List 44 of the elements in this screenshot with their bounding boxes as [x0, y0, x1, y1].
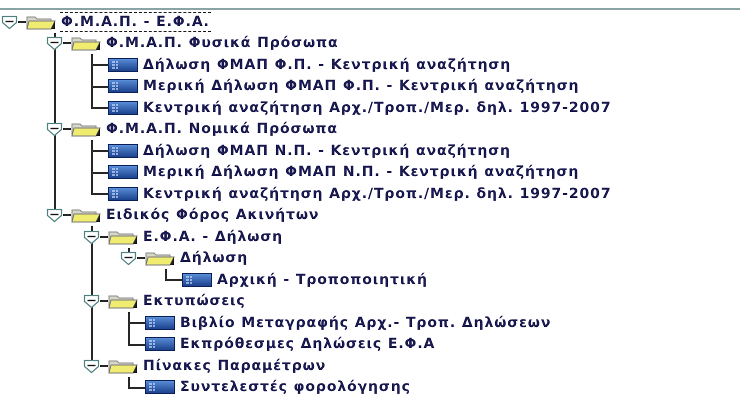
collapse-toggle-icon[interactable]: [82, 293, 100, 310]
tree-item-label[interactable]: Δήλωση ΦΜΑΠ Φ.Π. - Κεντρική αναζήτηση: [142, 54, 512, 75]
tree-item-label[interactable]: Εκτυπώσεις: [142, 291, 247, 312]
form-icon: [108, 144, 138, 158]
tree-item-label[interactable]: Μερική Δήλωση ΦΜΑΠ Ν.Π. - Κεντρική αναζήτηση: [142, 162, 580, 182]
tree-item-label[interactable]: Ειδικός Φόρος Ακινήτων: [105, 205, 320, 226]
collapse-toggle-icon[interactable]: [120, 250, 136, 266]
folder-icon: [71, 35, 101, 52]
form-icon: [108, 165, 138, 180]
tree-item-label[interactable]: Ε.Φ.Α. - Δήλωση: [142, 226, 284, 247]
form-icon: [108, 100, 138, 115]
folder-icon: [108, 293, 138, 310]
collapse-toggle-icon[interactable]: [82, 358, 100, 374]
collapse-toggle-icon[interactable]: [82, 228, 100, 245]
folder-icon: [71, 121, 101, 138]
collapse-toggle-icon[interactable]: [0, 14, 18, 30]
tree-item-label[interactable]: Συντελεστές φορολόγησης: [179, 377, 412, 398]
tree-item-label[interactable]: Πίνακες Παραμέτρων: [142, 356, 328, 376]
form-icon: [145, 337, 175, 352]
tree-item-label[interactable]: Μερική Δήλωση ΦΜΑΠ Φ.Π. - Κεντρική αναζήτηση: [142, 76, 580, 96]
tree-item-label[interactable]: Φ.Μ.Α.Π. Νομικά Πρόσωπα: [105, 119, 339, 140]
tree-item-label[interactable]: Εκπρόθεσμες Δηλώσεις Ε.Φ.Α: [179, 334, 436, 354]
tree-item-label[interactable]: Φ.Μ.Α.Π. - Ε.Φ.Α.: [60, 12, 211, 32]
folder-icon: [26, 14, 56, 30]
collapse-toggle-icon[interactable]: [46, 121, 62, 138]
folder-icon: [71, 207, 101, 224]
form-icon: [108, 186, 138, 201]
form-icon: [108, 79, 138, 94]
tree-item-label[interactable]: Φ.Μ.Α.Π. Φυσικά Πρόσωπα: [105, 33, 340, 54]
tree-item-label[interactable]: Δήλωση ΦΜΑΠ Ν.Π. - Κεντρική αναζήτηση: [142, 140, 512, 161]
folder-icon: [145, 250, 175, 266]
tree-item-label[interactable]: Αρχική - Τροποποιητική: [216, 270, 429, 290]
collapse-toggle-icon[interactable]: [46, 207, 62, 224]
tree-item-label[interactable]: Δήλωση: [179, 248, 250, 268]
collapse-toggle-icon[interactable]: [46, 35, 62, 52]
form-icon: [182, 272, 212, 287]
form-icon: [145, 380, 175, 394]
tree-item-label[interactable]: Κεντρική αναζήτηση Αρχ./Τροπ./Μερ. δηλ. 1997-2007: [142, 98, 612, 118]
tree-item-label[interactable]: Κεντρική αναζήτηση Αρχ./Τροπ./Μερ. δηλ. 1997-2007: [142, 184, 612, 204]
form-icon: [108, 58, 138, 72]
form-icon: [145, 316, 175, 330]
folder-icon: [108, 228, 138, 245]
folder-icon: [108, 358, 138, 374]
tree-item-label[interactable]: Βιβλίο Μεταγραφής Αρχ.- Τροπ. Δηλώσεων: [179, 312, 552, 333]
